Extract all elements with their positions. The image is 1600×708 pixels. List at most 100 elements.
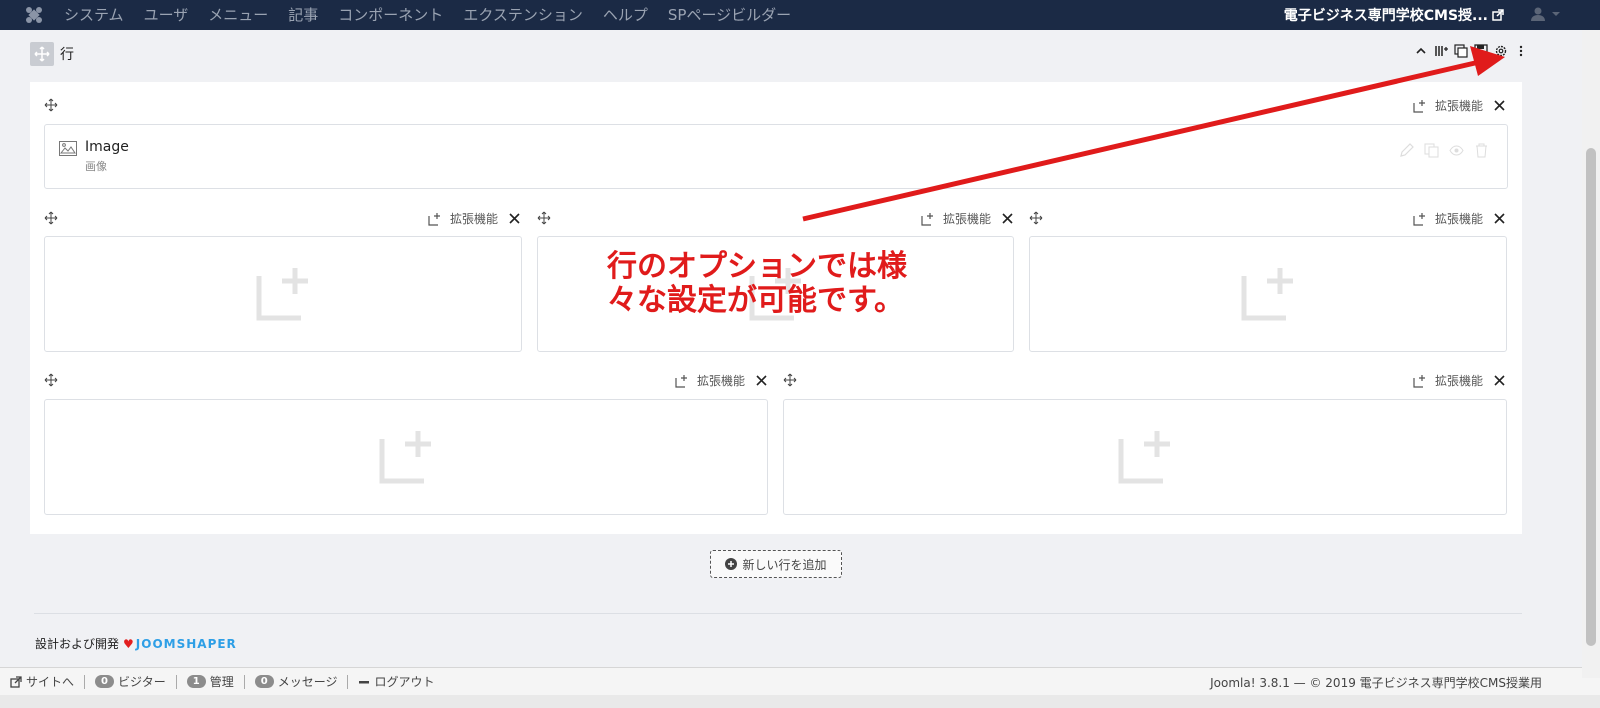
add-addon-icon[interactable] — [921, 212, 935, 226]
logout-link[interactable]: ログアウト — [358, 673, 434, 690]
add-addon-placeholder-icon[interactable] — [378, 429, 434, 485]
messages-label: メッセージ — [277, 675, 338, 689]
column-drag-handle-icon[interactable] — [44, 373, 58, 387]
annotation-text: 行のオプションでは様 々な設定が可能です。 — [607, 249, 907, 318]
messages-link[interactable]: 0 メッセージ — [254, 673, 338, 690]
columns-icon[interactable] — [1434, 44, 1448, 58]
add-addon-icon[interactable] — [1413, 374, 1427, 388]
empty-column[interactable] — [44, 236, 522, 352]
copy-icon[interactable] — [1424, 143, 1439, 158]
more-options-icon[interactable] — [1514, 44, 1528, 58]
external-link-icon — [10, 675, 22, 688]
column-addon-label[interactable]: 拡張機能 — [1435, 97, 1483, 114]
heart-icon: ♥ — [123, 636, 134, 651]
site-title-link[interactable]: 電子ビジネス専門学校CMS授... — [1284, 5, 1488, 25]
row-settings-gear-icon[interactable] — [1494, 44, 1508, 58]
move-icon — [34, 46, 50, 62]
add-addon-icon[interactable] — [1413, 99, 1427, 113]
collapse-icon[interactable] — [1414, 44, 1428, 58]
admins-link[interactable]: 1 管理 — [186, 673, 234, 690]
row-drag-handle[interactable] — [30, 42, 54, 66]
row-toolbar — [1414, 44, 1528, 58]
addon-actions — [1399, 143, 1489, 158]
visitors-link[interactable]: 0 ビジター — [95, 673, 166, 690]
visibility-eye-icon[interactable] — [1449, 143, 1464, 158]
column-drag-handle-icon[interactable] — [44, 211, 58, 225]
credit-prefix: 設計および開発 — [35, 637, 120, 651]
empty-column[interactable] — [44, 399, 768, 515]
row-title: 行 — [60, 47, 74, 63]
column-options: 拡張機能 — [921, 210, 1014, 227]
menu-components[interactable]: コンポーネント — [338, 4, 443, 25]
menu-menus[interactable]: メニュー — [208, 4, 268, 25]
addon-type: 画像 — [85, 160, 107, 173]
column-tools-icon[interactable] — [1493, 212, 1506, 225]
edit-icon[interactable] — [1399, 143, 1414, 158]
duplicate-icon[interactable] — [1454, 44, 1468, 58]
footer-divider — [34, 613, 1522, 614]
add-addon-icon[interactable] — [428, 212, 442, 226]
column-addon-label[interactable]: 拡張機能 — [697, 372, 745, 389]
admins-count-badge: 1 — [186, 675, 206, 688]
add-addon-icon[interactable] — [1413, 212, 1427, 226]
column-addon-label[interactable]: 拡張機能 — [1435, 210, 1483, 227]
user-menu-caret-icon[interactable] — [1552, 12, 1560, 16]
view-site-link[interactable]: サイトへ — [10, 673, 74, 690]
empty-column[interactable] — [783, 399, 1507, 515]
messages-count-badge: 0 — [254, 675, 274, 688]
scrollbar-thumb[interactable] — [1586, 148, 1596, 646]
menu-system[interactable]: システム — [64, 4, 124, 25]
column-tools-icon[interactable] — [1493, 99, 1506, 112]
delete-icon[interactable] — [1474, 143, 1489, 158]
menu-extensions[interactable]: エクステンション — [463, 4, 583, 25]
column-tools-icon[interactable] — [1001, 212, 1014, 225]
column-options: 拡張機能 — [1413, 210, 1506, 227]
add-new-row-button[interactable]: 新しい行を追加 — [710, 550, 842, 578]
external-link-icon[interactable] — [1492, 9, 1504, 21]
separator — [243, 674, 245, 689]
column-drag-handle-icon[interactable] — [1029, 211, 1043, 225]
separator — [84, 674, 86, 689]
add-new-row-label: 新しい行を追加 — [742, 557, 827, 572]
add-addon-placeholder-icon[interactable] — [255, 266, 311, 322]
image-icon — [59, 141, 77, 156]
column-addon-label[interactable]: 拡張機能 — [943, 210, 991, 227]
menu-help[interactable]: ヘルプ — [603, 4, 648, 25]
logout-label: ログアウト — [374, 675, 435, 689]
column-options: 拡張機能 — [428, 210, 521, 227]
column-tools-icon[interactable] — [508, 212, 521, 225]
status-bar: サイトへ 0 ビジター 1 管理 0 メッセージ ログアウト Joomla! 3… — [0, 667, 1600, 695]
add-addon-icon[interactable] — [675, 374, 689, 388]
vertical-scrollbar[interactable] — [1582, 30, 1600, 678]
add-addon-placeholder-icon[interactable] — [1117, 429, 1173, 485]
add-addon-placeholder-icon[interactable] — [1240, 266, 1296, 322]
menu-content[interactable]: 記事 — [288, 4, 318, 25]
empty-column[interactable] — [1029, 236, 1507, 352]
version-info: Joomla! 3.8.1 — © 2019 電子ビジネス専門学校CMS授業用 — [1210, 676, 1542, 690]
column-options: 拡張機能 — [1413, 372, 1506, 389]
separator — [347, 674, 349, 689]
admins-label: 管理 — [209, 675, 234, 689]
visitors-label: ビジター — [117, 675, 166, 689]
column-addon-label[interactable]: 拡張機能 — [1435, 372, 1483, 389]
column-drag-handle-icon[interactable] — [537, 211, 551, 225]
column-addon-label[interactable]: 拡張機能 — [450, 210, 498, 227]
menu-users[interactable]: ユーザ — [144, 4, 189, 25]
image-addon[interactable]: Image 画像 — [44, 124, 1508, 189]
footer-credit: 設計および開発 ♥ JOOMSHAPER — [35, 635, 237, 652]
bottom-strip — [0, 695, 1600, 708]
plus-circle-icon — [725, 558, 738, 570]
minus-icon — [359, 680, 370, 683]
column-drag-handle-icon[interactable] — [44, 98, 58, 112]
column-drag-handle-icon[interactable] — [783, 373, 797, 387]
joomla-logo-icon[interactable] — [24, 5, 44, 25]
column-options: 拡張機能 — [1413, 97, 1506, 114]
column-tools-icon[interactable] — [755, 374, 768, 387]
joomshaper-link[interactable]: JOOMSHAPER — [136, 637, 237, 651]
user-icon[interactable] — [1530, 6, 1546, 22]
view-site-label: サイトへ — [26, 675, 75, 689]
save-icon[interactable] — [1474, 44, 1488, 58]
menu-sp-page-builder[interactable]: SPページビルダー — [668, 4, 791, 25]
column-tools-icon[interactable] — [1493, 374, 1506, 387]
column-options: 拡張機能 — [675, 372, 768, 389]
